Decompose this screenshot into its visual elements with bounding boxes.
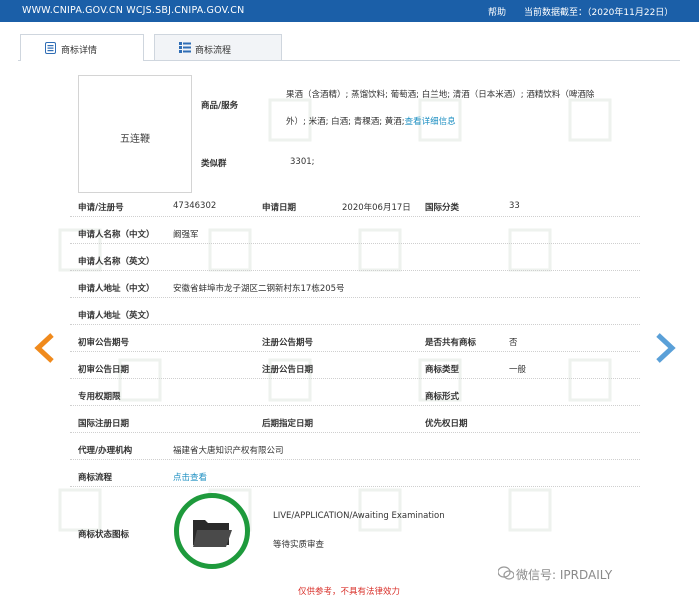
list-icon (179, 42, 191, 53)
wechat-id: 微信号: IPRDAILY (516, 568, 613, 582)
row-divider (70, 297, 640, 298)
row-divider (70, 351, 640, 352)
goods-services-label: 商品/服务 (201, 101, 239, 111)
row-divider (70, 243, 640, 244)
reg-pub-no-label: 注册公告期号 (262, 338, 314, 348)
reg-no-label: 申请/注册号 (78, 203, 124, 213)
prelim-date-label: 初审公告日期 (78, 365, 130, 375)
row-divider (70, 405, 640, 406)
trademark-image: 五连鞭 (78, 75, 192, 193)
folder-icon (193, 520, 232, 547)
agent-label: 代理/办理机构 (78, 446, 133, 456)
process-view-link[interactable]: 点击查看 (173, 471, 207, 483)
app-date-label: 申请日期 (262, 203, 297, 213)
tab-label: 商标流程 (195, 46, 232, 56)
goods-line: 果酒（含酒精）; 蒸馏饮料; 葡萄酒; 白兰地; 清酒（日本米酒）; 酒精饮料（… (286, 90, 595, 100)
app-date-value: 2020年06月17日 (342, 203, 411, 213)
status-icon (174, 493, 250, 569)
similar-group-value: 3301; (290, 157, 315, 167)
row-divider (70, 378, 640, 379)
status-chinese: 等待实质审查 (273, 540, 325, 550)
status-english: LIVE/APPLICATION/Awaiting Examination (273, 511, 445, 521)
goods-line-2: 外）; 米酒; 白酒; 青稞酒; 黄酒;查看详细信息 (286, 117, 456, 127)
shared-value: 否 (509, 338, 518, 348)
address-cn-label: 申请人地址（中文） (78, 284, 155, 294)
row-divider (70, 486, 640, 487)
process-label: 商标流程 (78, 473, 113, 483)
applicant-en-label: 申请人名称（英文） (78, 257, 155, 267)
row-divider (70, 432, 640, 433)
wechat-icon (498, 566, 514, 580)
reg-pub-date-label: 注册公告日期 (262, 365, 314, 375)
intl-class-value: 33 (509, 201, 520, 211)
top-bar: WWW.CNIPA.GOV.CN WCJS.SBJ.CNIPA.GOV.CN 帮… (0, 0, 699, 22)
goods-services-list: 果酒（含酒精）; 蒸馏饮料; 葡萄酒; 白兰地; 清酒（日本米酒）; 酒精饮料（… (286, 82, 626, 136)
priority-label: 优先权日期 (425, 419, 468, 429)
address-en-label: 申请人地址（英文） (78, 311, 155, 321)
document-icon (45, 42, 56, 54)
row-divider (70, 324, 640, 325)
help-link[interactable]: 帮助 (488, 5, 506, 18)
row-divider (70, 216, 640, 217)
next-arrow-icon[interactable] (656, 333, 676, 363)
disclaimer-notice: 仅供参考，不具有法律效力 (298, 587, 401, 597)
tm-form-label: 商标形式 (425, 392, 460, 402)
tab-label: 商标详情 (61, 46, 98, 56)
prev-arrow-icon[interactable] (34, 333, 54, 363)
prelim-no-label: 初审公告期号 (78, 338, 130, 348)
similar-group-label: 类似群 (201, 159, 227, 169)
reg-no-value: 47346302 (173, 201, 217, 211)
intl-reg-date-label: 国际注册日期 (78, 419, 130, 429)
shared-label: 是否共有商标 (425, 338, 477, 348)
applicant-cn-value: 阚强军 (173, 230, 199, 240)
tm-type-label: 商标类型 (425, 365, 460, 375)
status-icon-label: 商标状态图标 (78, 530, 130, 540)
later-date-label: 后期指定日期 (262, 419, 314, 429)
view-details-link[interactable]: 查看详细信息 (405, 117, 456, 127)
tab-bar: 商标详情 商标流程 (18, 34, 680, 61)
tm-type-value: 一般 (509, 365, 527, 375)
tab-trademark-details[interactable]: 商标详情 (20, 34, 144, 61)
site-urls: WWW.CNIPA.GOV.CN WCJS.SBJ.CNIPA.GOV.CN (22, 5, 245, 16)
intl-class-label: 国际分类 (425, 203, 460, 213)
row-divider (70, 270, 640, 271)
data-cutoff-date: 当前数据截至：（2020年11月22日） (524, 8, 674, 18)
row-divider (70, 459, 640, 460)
applicant-cn-label: 申请人名称（中文） (78, 230, 155, 240)
address-cn-value: 安徽省蚌埠市龙子湖区二钢新村东17栋205号 (173, 284, 345, 294)
tab-trademark-process[interactable]: 商标流程 (154, 34, 282, 60)
exclusive-label: 专用权期限 (78, 392, 121, 402)
agent-value: 福建省大唐知识产权有限公司 (173, 446, 284, 456)
trademark-image-text: 五连鞭 (120, 134, 150, 145)
